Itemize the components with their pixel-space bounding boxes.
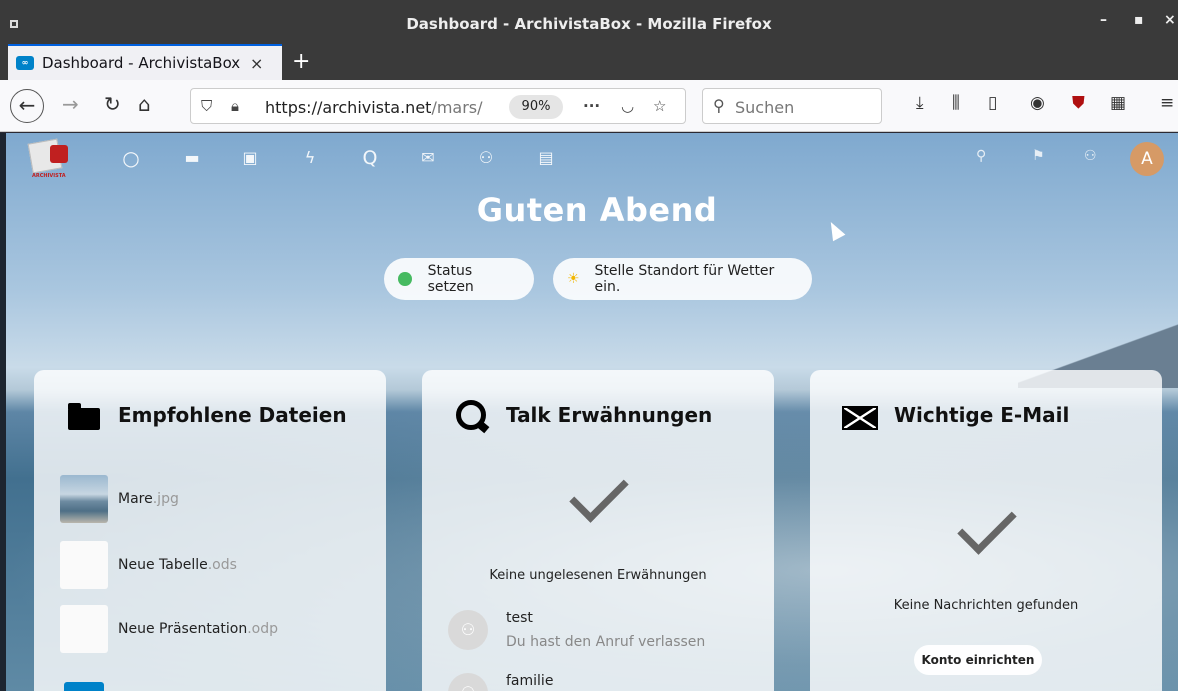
- search-bar[interactable]: ⚲ Suchen: [702, 88, 882, 124]
- group-avatar-icon: ⚇: [448, 673, 488, 691]
- file-item[interactable]: Mare.jpg: [60, 475, 380, 525]
- file-name: Mare: [118, 491, 153, 507]
- panel-title: Talk Erwähnungen: [506, 403, 713, 427]
- file-item[interactable]: Neue Tabelle.ods: [60, 541, 380, 591]
- navigation-toolbar: ← → ↻ ⌂ ⛉ 🔒︎ https://archivista.net/mars…: [0, 80, 1178, 132]
- extension-meter-icon[interactable]: ▦: [1110, 93, 1126, 113]
- files-icon[interactable]: ▬: [182, 148, 202, 168]
- mail-icon[interactable]: ✉: [418, 148, 438, 168]
- notifications-icon[interactable]: ⚑: [1032, 148, 1045, 164]
- library-icon[interactable]: ⫼: [952, 93, 960, 113]
- folder-icon: [68, 403, 100, 430]
- presentation-thumbnail: [60, 605, 108, 653]
- tab-close-button[interactable]: ×: [250, 54, 263, 73]
- panel-important-mail: Wichtige E-Mail Keine Nachrichten gefund…: [810, 370, 1162, 691]
- mention-item[interactable]: ⚇ familie: [448, 673, 768, 691]
- panel-title: Wichtige E-Mail: [894, 403, 1070, 427]
- dashboard-icon[interactable]: ○: [121, 148, 141, 168]
- search-icon: ⚲: [713, 96, 725, 115]
- image-thumbnail: [60, 475, 108, 523]
- mention-subline: Du hast den Anruf verlassen: [506, 634, 706, 650]
- extension-icon[interactable]: ◉: [1030, 93, 1045, 113]
- weather-button-label: Stelle Standort für Wetter ein.: [594, 263, 775, 295]
- bookmark-star-icon[interactable]: ☆: [653, 97, 666, 115]
- file-name: Neue Tabelle: [118, 557, 208, 573]
- checkmark-icon: [957, 495, 1017, 555]
- close-window-button[interactable]: ×: [1164, 12, 1176, 28]
- url-path: /mars/: [431, 98, 483, 117]
- status-button-label: Status setzen: [427, 263, 474, 295]
- tracking-shield-icon[interactable]: ⛉: [201, 97, 212, 115]
- setup-account-button[interactable]: Konto einrichten: [914, 645, 1042, 675]
- url-text[interactable]: https://archivista.net/mars/: [265, 98, 497, 117]
- spreadsheet-thumbnail: [60, 541, 108, 589]
- reload-button[interactable]: ↻: [104, 92, 121, 116]
- photos-icon[interactable]: ▣: [240, 148, 260, 168]
- file-extension: .ods: [207, 557, 237, 573]
- group-avatar-icon: ⚇: [448, 610, 488, 650]
- tab-strip: ∞ Dashboard - ArchivistaBox × +: [0, 44, 1178, 80]
- folder-thumbnail-icon: [60, 668, 108, 691]
- mail-icon: [842, 406, 878, 430]
- menu-hamburger-icon[interactable]: ≡: [1160, 93, 1174, 113]
- minimize-button[interactable]: –: [1100, 12, 1107, 28]
- nextcloud-favicon-icon: ∞: [16, 56, 34, 70]
- page-actions-button[interactable]: ···: [583, 97, 600, 115]
- downloads-icon[interactable]: ⤓: [916, 93, 924, 113]
- pocket-icon[interactable]: ◡: [621, 97, 634, 115]
- panel-recommended-files: Empfohlene Dateien Mare.jpg Neue Tabelle…: [34, 370, 386, 691]
- calendar-icon[interactable]: ▤: [536, 148, 556, 168]
- talk-icon: [456, 400, 486, 430]
- maximize-button[interactable]: ▪: [1134, 12, 1144, 28]
- greeting-heading: Guten Abend: [476, 191, 718, 229]
- tab-dashboard[interactable]: ∞ Dashboard - ArchivistaBox ×: [8, 44, 282, 80]
- empty-message: Keine ungelesenen Erwähnungen: [489, 568, 707, 583]
- unified-search-icon[interactable]: ⚲: [976, 148, 986, 164]
- mention-name: test: [506, 610, 533, 626]
- user-avatar[interactable]: A: [1130, 142, 1164, 176]
- archivista-logo[interactable]: ARCHIVISTA: [27, 135, 76, 181]
- contacts-icon[interactable]: ⚇: [476, 148, 496, 168]
- search-placeholder: Suchen: [735, 98, 795, 117]
- contacts-menu-icon[interactable]: ⚇: [1084, 148, 1097, 164]
- file-extension: .odp: [247, 621, 279, 637]
- file-name: Neue Präsentation: [118, 621, 248, 637]
- url-host: https://archivista.net: [265, 98, 432, 117]
- mention-name: familie: [506, 673, 554, 689]
- activity-icon[interactable]: ϟ: [300, 148, 320, 168]
- forward-button[interactable]: →: [62, 92, 79, 116]
- window-titlebar: Dashboard - ArchivistaBox - Mozilla Fire…: [0, 0, 1178, 44]
- file-extension: .jpg: [152, 491, 179, 507]
- home-button[interactable]: ⌂: [138, 92, 151, 116]
- status-button[interactable]: Status setzen: [384, 258, 534, 300]
- ublock-icon[interactable]: ⛊: [1072, 93, 1085, 113]
- nextcloud-header: ARCHIVISTA ○ ▬ ▣ ϟ Q ✉ ⚇ ▤ ⚲ ⚑ ⚇ A: [0, 133, 1178, 183]
- lock-icon[interactable]: 🔒︎: [231, 97, 239, 115]
- window-title: Dashboard - ArchivistaBox - Mozilla Fire…: [406, 15, 772, 33]
- url-bar[interactable]: ⛉ 🔒︎ https://archivista.net/mars/ 90% ··…: [190, 88, 686, 124]
- weather-sun-icon: ☀: [567, 271, 580, 287]
- panel-title: Empfohlene Dateien: [118, 403, 347, 427]
- panel-talk-mentions: Talk Erwähnungen Keine ungelesenen Erwäh…: [422, 370, 774, 691]
- online-status-dot-icon: [398, 272, 412, 286]
- new-tab-button[interactable]: +: [292, 49, 310, 74]
- zoom-level-button[interactable]: 90%: [509, 95, 563, 119]
- sidebar-icon[interactable]: ▯: [988, 93, 997, 113]
- talk-icon[interactable]: Q: [360, 148, 380, 168]
- nextcloud-dashboard: ARCHIVISTA ○ ▬ ▣ ϟ Q ✉ ⚇ ▤ ⚲ ⚑ ⚇ A Guten…: [0, 133, 1178, 691]
- mention-item[interactable]: ⚇ test Du hast den Anruf verlassen: [448, 610, 768, 660]
- empty-message: Keine Nachrichten gefunden: [893, 598, 1079, 613]
- file-item[interactable]: [60, 668, 380, 691]
- back-button[interactable]: ←: [10, 89, 44, 123]
- tab-title: Dashboard - ArchivistaBox: [42, 54, 241, 72]
- file-item[interactable]: Neue Präsentation.odp: [60, 605, 380, 655]
- checkmark-icon: [569, 463, 629, 523]
- weather-button[interactable]: ☀ Stelle Standort für Wetter ein.: [553, 258, 812, 300]
